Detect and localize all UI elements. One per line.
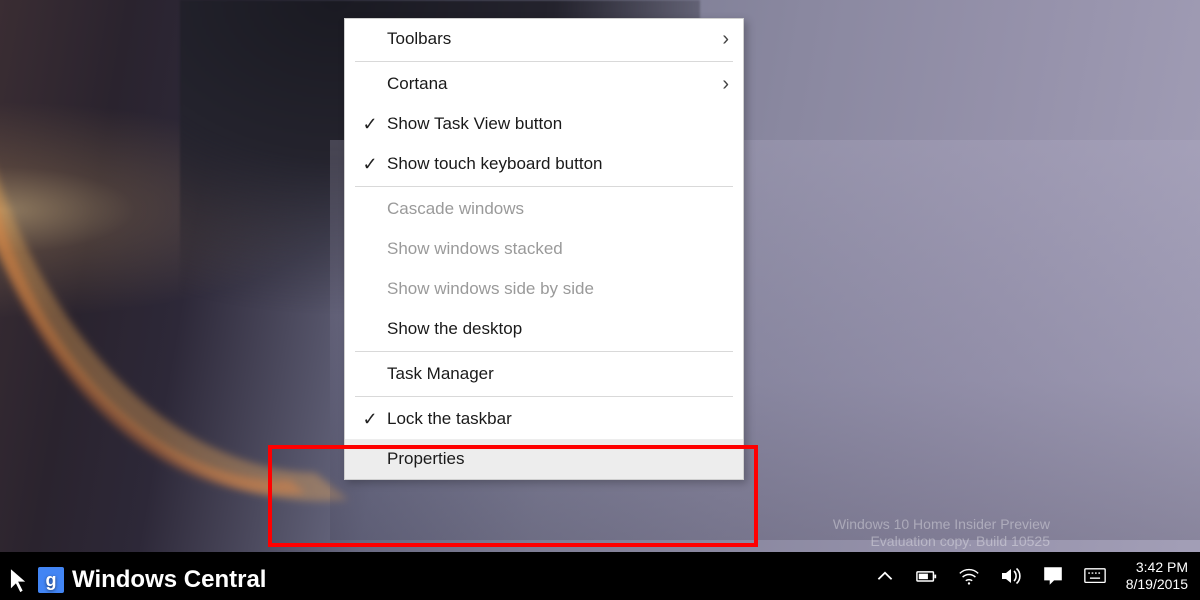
windows-evaluation-watermark: Windows 10 Home Insider Preview Evaluati… [833, 516, 1050, 550]
touch-keyboard-icon[interactable] [1084, 565, 1106, 587]
menu-separator [355, 351, 733, 352]
checkmark-icon: ✓ [353, 114, 387, 135]
menu-label: Cascade windows [387, 199, 729, 219]
menu-item-cascade-windows: Cascade windows [345, 189, 743, 229]
wifi-icon[interactable] [958, 565, 980, 587]
google-badge-icon: g [38, 567, 64, 593]
tray-clock[interactable]: 3:42 PM 8/19/2015 [1126, 559, 1194, 593]
menu-label: Cortana [387, 74, 722, 94]
eval-line-1: Windows 10 Home Insider Preview [833, 516, 1050, 533]
menu-item-show-desktop[interactable]: Show the desktop [345, 309, 743, 349]
desktop-wallpaper: Windows 10 Home Insider Preview Evaluati… [0, 0, 1200, 600]
menu-item-task-manager[interactable]: Task Manager [345, 354, 743, 394]
menu-item-properties[interactable]: Properties [345, 439, 743, 479]
menu-label: Show windows stacked [387, 239, 729, 259]
menu-separator [355, 396, 733, 397]
submenu-arrow-icon: › [722, 73, 729, 96]
menu-label: Lock the taskbar [387, 409, 729, 429]
battery-icon[interactable] [916, 565, 938, 587]
tray-date: 8/19/2015 [1126, 576, 1188, 593]
menu-item-cortana[interactable]: Cortana › [345, 64, 743, 104]
submenu-arrow-icon: › [722, 28, 729, 51]
windows-central-watermark: g Windows Central [8, 566, 266, 594]
volume-icon[interactable] [1000, 565, 1022, 587]
menu-label: Show the desktop [387, 319, 729, 339]
menu-item-show-task-view[interactable]: ✓ Show Task View button [345, 104, 743, 144]
tray-overflow-chevron-icon[interactable] [874, 565, 896, 587]
menu-label: Show windows side by side [387, 279, 729, 299]
taskbar-context-menu: Toolbars › Cortana › ✓ Show Task View bu… [344, 18, 744, 480]
checkmark-icon: ✓ [353, 154, 387, 175]
menu-label: Toolbars [387, 29, 722, 49]
menu-label: Properties [387, 449, 729, 469]
system-tray: 3:42 PM 8/19/2015 [874, 552, 1194, 600]
eval-line-2: Evaluation copy. Build 10525 [833, 533, 1050, 550]
checkmark-icon: ✓ [353, 409, 387, 430]
tray-time: 3:42 PM [1126, 559, 1188, 576]
action-center-icon[interactable] [1042, 565, 1064, 587]
menu-item-side-by-side: Show windows side by side [345, 269, 743, 309]
menu-label: Show touch keyboard button [387, 154, 729, 174]
cursor-icon [8, 566, 30, 594]
menu-item-show-touch-keyboard[interactable]: ✓ Show touch keyboard button [345, 144, 743, 184]
menu-item-lock-taskbar[interactable]: ✓ Lock the taskbar [345, 399, 743, 439]
menu-separator [355, 61, 733, 62]
menu-item-toolbars[interactable]: Toolbars › [345, 19, 743, 59]
menu-item-stacked-windows: Show windows stacked [345, 229, 743, 269]
menu-separator [355, 186, 733, 187]
menu-label: Show Task View button [387, 114, 729, 134]
watermark-text: Windows Central [72, 566, 266, 594]
menu-label: Task Manager [387, 364, 729, 384]
